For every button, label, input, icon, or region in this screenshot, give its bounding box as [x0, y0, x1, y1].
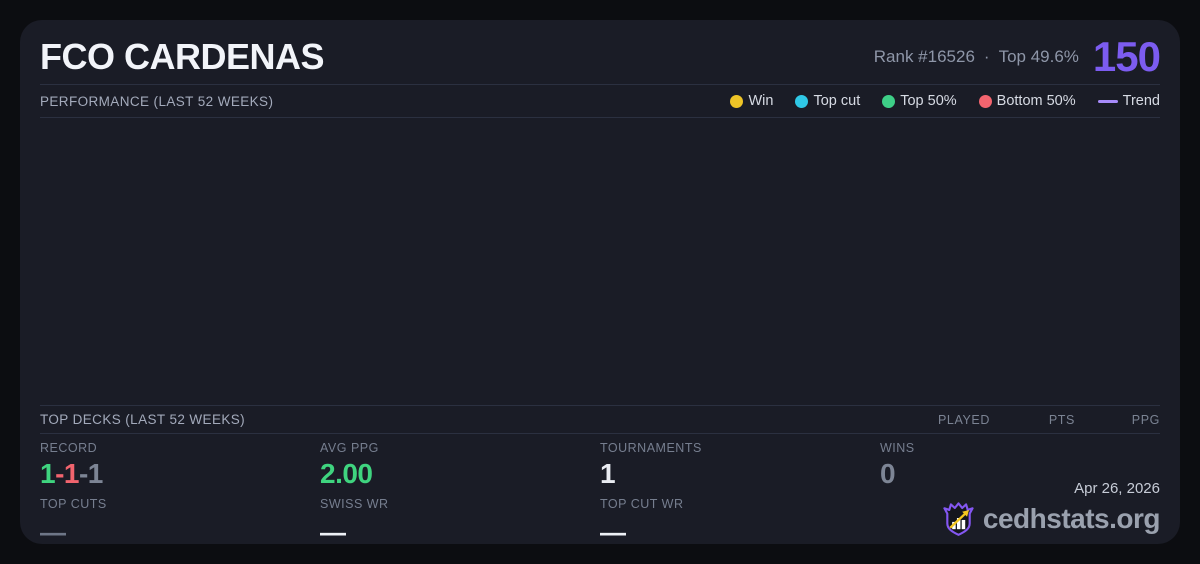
bottom-50-dot-icon	[978, 94, 992, 108]
stat-tournaments-value: 1	[600, 458, 616, 489]
card-header: FCO CARDENAS Rank #16526 · Top 49.6% 150	[20, 20, 1180, 84]
stat-top-cuts-label: TOP CUTS	[40, 497, 107, 511]
stat-top-cut-wr-label: TOP CUT WR	[600, 497, 684, 511]
win-dot-icon	[730, 94, 744, 108]
stat-avg-ppg-value: 2.00	[320, 458, 373, 489]
record-losses: -1	[55, 458, 79, 489]
record-wins: 1	[40, 458, 56, 489]
stat-top-cut-wr-value: —	[600, 517, 626, 547]
performance-section-label: PERFORMANCE (LAST 52 WEEKS)	[40, 93, 274, 109]
stat-top-cuts-value: —	[40, 517, 66, 547]
elo-rating: 150	[1092, 33, 1161, 80]
record-draws: -1	[78, 458, 103, 489]
report-date: Apr 26, 2026	[1074, 480, 1160, 497]
performance-header-row: PERFORMANCE (LAST 52 WEEKS) Win Top cut …	[20, 85, 1180, 117]
top-percent: Top 49.6%	[998, 47, 1079, 66]
rank-text: Rank #16526 · Top 49.6%	[874, 47, 1079, 67]
chart-legend: Win Top cut Top 50% Bottom 50% Trend	[730, 93, 1160, 109]
stat-swiss-wr: SWISS WR —	[320, 497, 600, 548]
stat-tournaments-label: TOURNAMENTS	[600, 441, 702, 455]
column-played: PLAYED	[937, 412, 990, 427]
top-50-dot-icon	[882, 94, 896, 108]
brand-name: cedhstats.org	[982, 502, 1161, 534]
stat-tournaments: TOURNAMENTS 1	[600, 441, 880, 497]
legend-item-trend: Trend	[1097, 93, 1160, 109]
stat-record: RECORD 1-1-1	[40, 441, 320, 497]
stat-record-value: 1-1-1	[40, 459, 320, 488]
brand-row: cedhstats.org	[941, 501, 1161, 536]
column-ppg: PPG	[1131, 412, 1160, 427]
player-name: FCO CARDENAS	[40, 36, 325, 77]
stat-record-label: RECORD	[40, 441, 98, 455]
rank-separator: ·	[983, 47, 990, 66]
stat-swiss-wr-label: SWISS WR	[320, 497, 389, 511]
stats-grid: RECORD 1-1-1 AVG PPG 2.00 TOURNAMENTS 1 …	[20, 434, 1180, 547]
column-pts: PTS	[1048, 412, 1075, 427]
top-decks-column-headers: PLAYED PTS PPG	[905, 413, 1160, 427]
legend-item-bottom-50: Bottom 50%	[978, 93, 1076, 109]
rank-summary: Rank #16526 · Top 49.6% 150	[874, 33, 1161, 80]
stat-top-cut-wr: TOP CUT WR —	[600, 497, 880, 548]
legend-item-top-cut: Top cut	[795, 93, 860, 109]
footer-branding: Apr 26, 2026 cedhstats.org	[941, 480, 1161, 536]
legend-item-win: Win	[730, 93, 773, 109]
stat-top-cuts: TOP CUTS —	[40, 497, 320, 548]
player-stats-card: FCO CARDENAS Rank #16526 · Top 49.6% 150…	[20, 20, 1180, 547]
trend-line-icon	[1097, 99, 1118, 103]
top-decks-header-row: TOP DECKS (LAST 52 WEEKS) PLAYED PTS PPG	[20, 406, 1180, 433]
stat-avg-ppg: AVG PPG 2.00	[320, 441, 600, 497]
legend-item-top-50: Top 50%	[882, 93, 957, 109]
stat-swiss-wr-value: —	[320, 517, 346, 547]
top-decks-section-label: TOP DECKS (LAST 52 WEEKS)	[40, 412, 246, 427]
top-cut-dot-icon	[795, 94, 809, 108]
performance-chart-empty	[20, 118, 1180, 405]
stat-avg-ppg-label: AVG PPG	[320, 441, 379, 455]
cedhstats-logo-icon	[943, 502, 974, 536]
stat-wins-label: WINS	[880, 441, 915, 455]
rank-number: Rank #16526	[873, 47, 975, 66]
